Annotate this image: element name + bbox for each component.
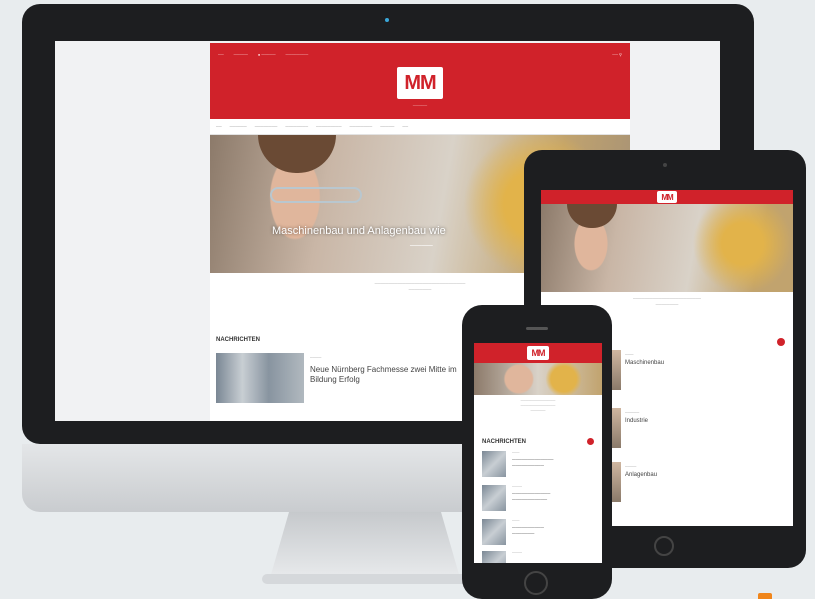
tablet-more-arrow-icon[interactable] (777, 338, 785, 346)
monitor-stand-base (262, 574, 468, 584)
tablet-news-item[interactable]: ─── Maschinenbau (625, 352, 785, 367)
phone-home-button[interactable] (524, 571, 548, 595)
phone-news-thumbnail[interactable] (482, 551, 506, 563)
news-category: ──── (310, 355, 322, 360)
phone-news-item[interactable]: ──── ──────────── ─────────── (482, 485, 596, 515)
tablet-news-thumbnail[interactable] (611, 350, 621, 390)
topnav-link[interactable]: ──────── (286, 52, 309, 57)
webcam-icon (385, 18, 389, 22)
tablet-news-category: ───── (625, 410, 640, 415)
phone-news-thumbnail[interactable] (482, 451, 506, 477)
nav-item[interactable]: ──────── (255, 124, 278, 129)
phone-news-item[interactable]: ─── ───────────── ────────── (482, 451, 596, 481)
phone-news-headline[interactable]: ─────────────────────── (512, 491, 596, 503)
nav-item[interactable]: ───────── (316, 124, 342, 129)
news-headline[interactable]: Neue Nürnberg Fachmesse zwei Mitte im Bi… (310, 365, 470, 385)
phone-news-item[interactable]: ──── (482, 551, 596, 563)
tablet-camera-icon (663, 163, 667, 167)
tablet-news-headline[interactable]: Maschinenbau (625, 359, 785, 367)
phone-device: MM ────────────── ────────────── ────── NA… (462, 305, 612, 599)
phone-hero-banner[interactable] (474, 363, 602, 395)
tablet-news-category: ──── (625, 464, 637, 469)
phone-section-title: NACHRICHTEN (482, 439, 526, 445)
phone-news-category: ─── (512, 451, 520, 455)
site-logo[interactable]: MM (397, 67, 443, 99)
phone-news-category: ──── (512, 551, 522, 555)
tablet-logo[interactable]: MM (657, 191, 677, 203)
monitor-stand (270, 512, 460, 578)
news-thumbnail[interactable] (216, 353, 304, 403)
phone-site-header: MM (474, 343, 602, 363)
tablet-news-item[interactable]: ──── Anlagenbau (625, 464, 785, 479)
tablet-news-category: ─── (625, 352, 634, 357)
phone-news-headline[interactable]: ────────── ─────── (512, 525, 596, 537)
phone-news-thumbnail[interactable] (482, 519, 506, 545)
nav-item[interactable]: ──────── (285, 124, 308, 129)
main-navigation[interactable]: ── ────── ──────── ──────── ───────── ──… (210, 119, 630, 135)
top-navigation[interactable]: ── ───── ● ───── ──────── (218, 52, 308, 57)
phone-news-category: ──── (512, 485, 522, 489)
phone-logo[interactable]: MM (527, 346, 549, 360)
phone-news-thumbnail[interactable] (482, 485, 506, 511)
tablet-home-button[interactable] (654, 536, 674, 556)
phone-speaker (526, 327, 548, 330)
topnav-link[interactable]: ── (218, 52, 224, 57)
corner-accent (758, 593, 772, 599)
phone-more-arrow-icon[interactable] (587, 438, 594, 445)
phone-intro-text: ────────────── ────────────── ────── (520, 399, 556, 413)
phone-news-item[interactable]: ─── ────────── ─────── (482, 519, 596, 549)
nav-item[interactable]: ────── (230, 124, 247, 129)
logo-tagline: ───── (412, 103, 428, 108)
search-icon[interactable]: ── ⚲ (612, 52, 622, 57)
topnav-link[interactable]: ───── (234, 52, 248, 57)
nav-item[interactable]: ──────── (350, 124, 373, 129)
section-title: NACHRICHTEN (216, 337, 260, 343)
tablet-site-header: MM (541, 190, 793, 204)
nav-item[interactable]: ── (402, 124, 408, 129)
nav-item[interactable]: ── (216, 124, 222, 129)
nav-item[interactable]: ───── (380, 124, 394, 129)
phone-screen: MM ────────────── ────────────── ────── NA… (474, 343, 602, 563)
hero-caption-line2: ──── (410, 241, 433, 250)
topnav-link[interactable]: ● ───── (258, 52, 276, 57)
tablet-news-thumbnail[interactable] (611, 462, 621, 502)
safety-glasses-graphic (270, 187, 362, 203)
tablet-news-headline[interactable]: Industrie (625, 417, 785, 425)
site-header: ── ───── ● ───── ──────── ── ⚲ MM ───── (210, 43, 630, 119)
tablet-news-item[interactable]: ───── Industrie (625, 410, 785, 425)
tablet-hero-banner[interactable] (541, 204, 793, 292)
tablet-news-thumbnail[interactable] (611, 408, 621, 448)
tablet-news-headline[interactable]: Anlagenbau (625, 471, 785, 479)
phone-news-category: ─── (512, 519, 520, 523)
phone-news-headline[interactable]: ─────────────────────── (512, 457, 596, 469)
